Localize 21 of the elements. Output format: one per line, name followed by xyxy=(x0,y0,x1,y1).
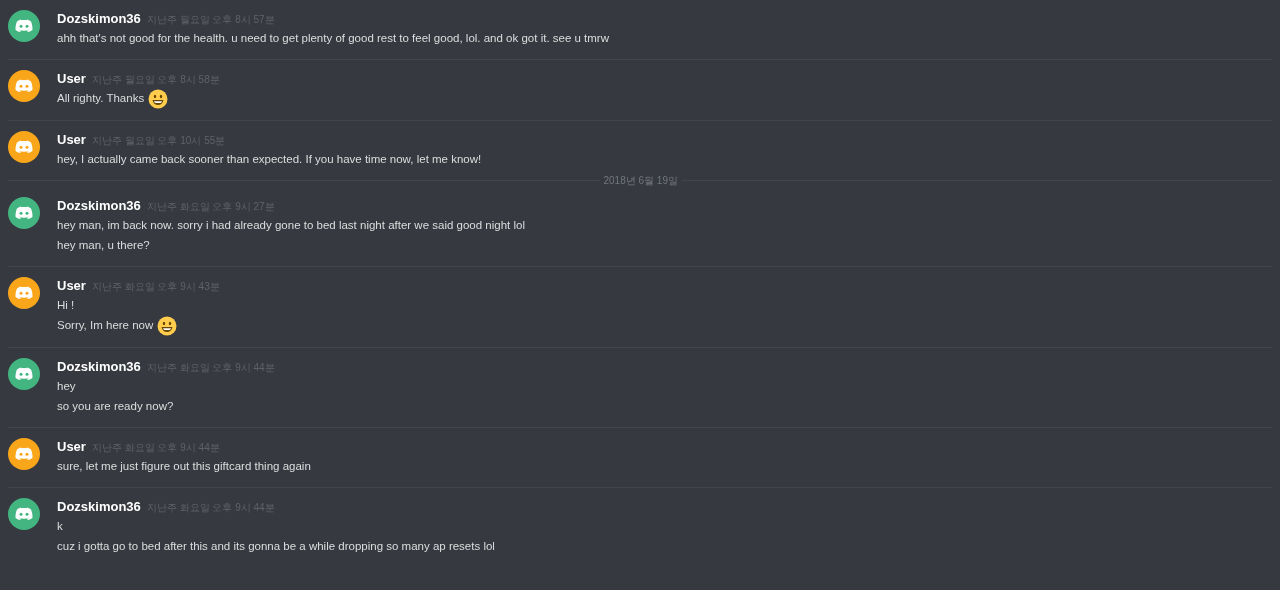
author-name[interactable]: Dozskimon36 xyxy=(57,9,141,29)
message-text: hey, I actually came back sooner than expected. If you have time now, let me know! xyxy=(57,151,482,167)
author-name[interactable]: User xyxy=(57,69,86,89)
message-text: ahh that's not good for the health. u need to get plenty of good rest to feel good, lol. and ok got it. see u tmrw xyxy=(57,30,609,46)
message-text: hey man, im back now. sorry i had already gone to bed last night after we said good night lol xyxy=(57,217,525,233)
message-text: Sorry, Im here now xyxy=(57,318,154,334)
message-text: hey xyxy=(57,378,76,394)
message-text: sure, let me just figure out this giftcard thing again xyxy=(57,458,311,474)
author-name[interactable]: Dozskimon36 xyxy=(57,497,141,517)
message-text: so you are ready now? xyxy=(57,398,174,414)
message-text: All righty. Thanks xyxy=(57,91,145,107)
author-name[interactable]: User xyxy=(57,437,86,457)
author-name[interactable]: User xyxy=(57,130,86,150)
message-text: k xyxy=(57,518,63,534)
date-divider-label: 2018년 6월 19일 xyxy=(602,173,679,188)
author-name[interactable]: Dozskimon36 xyxy=(57,196,141,216)
message-text: hey man, u there? xyxy=(57,237,150,253)
author-name[interactable]: Dozskimon36 xyxy=(57,357,141,377)
author-name[interactable]: User xyxy=(57,276,86,296)
message-text: Hi ! xyxy=(57,297,75,313)
message-text: cuz i gotta go to bed after this and its gonna be a while dropping so many ap resets lol xyxy=(57,538,495,554)
